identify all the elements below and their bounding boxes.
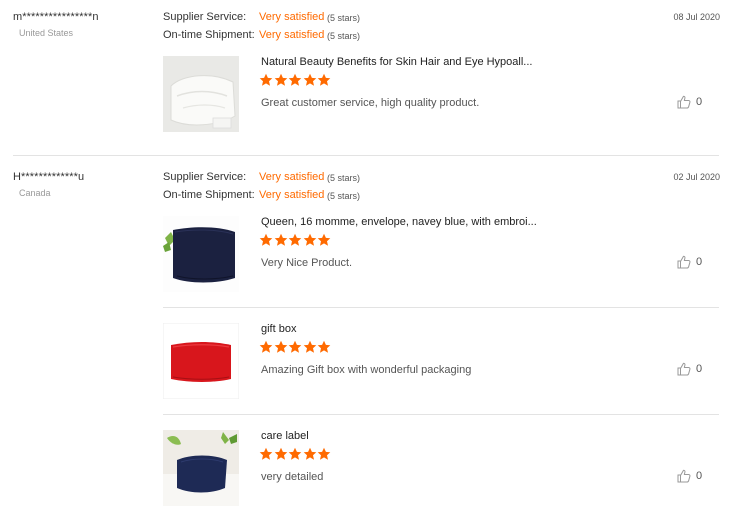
ontime-shipment-label: On-time Shipment:: [163, 189, 255, 201]
product-rating: [259, 233, 332, 247]
product-divider: [163, 414, 719, 415]
product-rating: [259, 73, 332, 87]
star-icon: [259, 233, 273, 246]
product-title[interactable]: Queen, 16 momme, envelope, navey blue, w…: [261, 216, 537, 228]
helpful-count: 0: [696, 256, 703, 268]
buyer-name: m****************n: [13, 11, 99, 23]
navy-pillow-on-bed-image[interactable]: [163, 430, 239, 506]
product-title[interactable]: gift box: [261, 323, 296, 335]
white-pillowcase-image[interactable]: [163, 56, 239, 132]
review-date: 08 Jul 2020: [673, 12, 720, 22]
helpful-count: 0: [696, 96, 703, 108]
ontime-shipment-stars: (5 stars): [327, 31, 361, 41]
product-rating: [259, 340, 332, 354]
buyer-country: United States: [19, 28, 74, 38]
star-icon: [259, 73, 273, 86]
ontime-shipment-value: Very satisfied: [259, 189, 325, 201]
star-icon: [288, 233, 302, 246]
supplier-service-label: Supplier Service:: [163, 171, 247, 183]
feedback-text: Very Nice Product.: [261, 257, 353, 269]
thumbs-up-icon: [677, 469, 691, 483]
supplier-service-value: Very satisfied: [259, 11, 325, 23]
supplier-service-stars: (5 stars): [327, 173, 361, 183]
red-pillowcase-image[interactable]: [163, 323, 239, 399]
product-title[interactable]: care label: [261, 430, 309, 442]
review-divider: [13, 155, 719, 156]
thumbs-up-icon: [677, 362, 691, 376]
product-item: Natural Beauty Benefits for Skin Hair an…: [0, 56, 743, 156]
feedback-text: Amazing Gift box with wonderful packagin…: [261, 364, 472, 376]
buyer-country: Canada: [19, 188, 51, 198]
star-icon: [303, 340, 316, 353]
product-item: Queen, 16 momme, envelope, navey blue, w…: [0, 216, 743, 316]
ontime-shipment-label: On-time Shipment:: [163, 29, 255, 41]
star-icon: [288, 73, 302, 86]
star-icon: [274, 73, 287, 86]
helpful-button[interactable]: 0: [677, 255, 702, 269]
feedback-text: Great customer service, high quality pro…: [261, 97, 480, 109]
review-date: 02 Jul 2020: [673, 172, 720, 182]
supplier-service-label: Supplier Service:: [163, 11, 247, 23]
supplier-service-stars: (5 stars): [327, 13, 361, 23]
supplier-service-value: Very satisfied: [259, 171, 325, 183]
product-rating: [259, 447, 332, 461]
product-title[interactable]: Natural Beauty Benefits for Skin Hair an…: [261, 56, 532, 68]
star-icon: [288, 340, 302, 353]
ontime-shipment-stars: (5 stars): [327, 191, 361, 201]
helpful-button[interactable]: 0: [677, 469, 702, 483]
product-item: care label very detailed 0: [0, 430, 743, 530]
star-icon: [274, 340, 287, 353]
helpful-count: 0: [696, 470, 703, 482]
helpful-button[interactable]: 0: [677, 95, 702, 109]
star-icon: [303, 73, 316, 86]
helpful-count: 0: [696, 363, 703, 375]
star-icon: [317, 73, 331, 86]
navy-pillowcase-image[interactable]: [163, 216, 239, 292]
thumbs-up-icon: [677, 95, 691, 109]
ontime-shipment-value: Very satisfied: [259, 29, 325, 41]
star-icon: [303, 233, 316, 246]
buyer-name: H*************u: [13, 171, 85, 183]
feedback-text: very detailed: [261, 471, 324, 483]
product-divider: [163, 307, 719, 308]
star-icon: [274, 447, 287, 460]
star-icon: [317, 447, 331, 460]
star-icon: [259, 340, 273, 353]
thumbs-up-icon: [677, 255, 691, 269]
star-icon: [274, 233, 287, 246]
star-icon: [259, 447, 273, 460]
star-icon: [288, 447, 302, 460]
star-icon: [303, 447, 316, 460]
star-icon: [317, 233, 331, 246]
helpful-button[interactable]: 0: [677, 362, 702, 376]
star-icon: [317, 340, 331, 353]
product-item: gift box Amazing Gift box with wonderful…: [0, 323, 743, 423]
